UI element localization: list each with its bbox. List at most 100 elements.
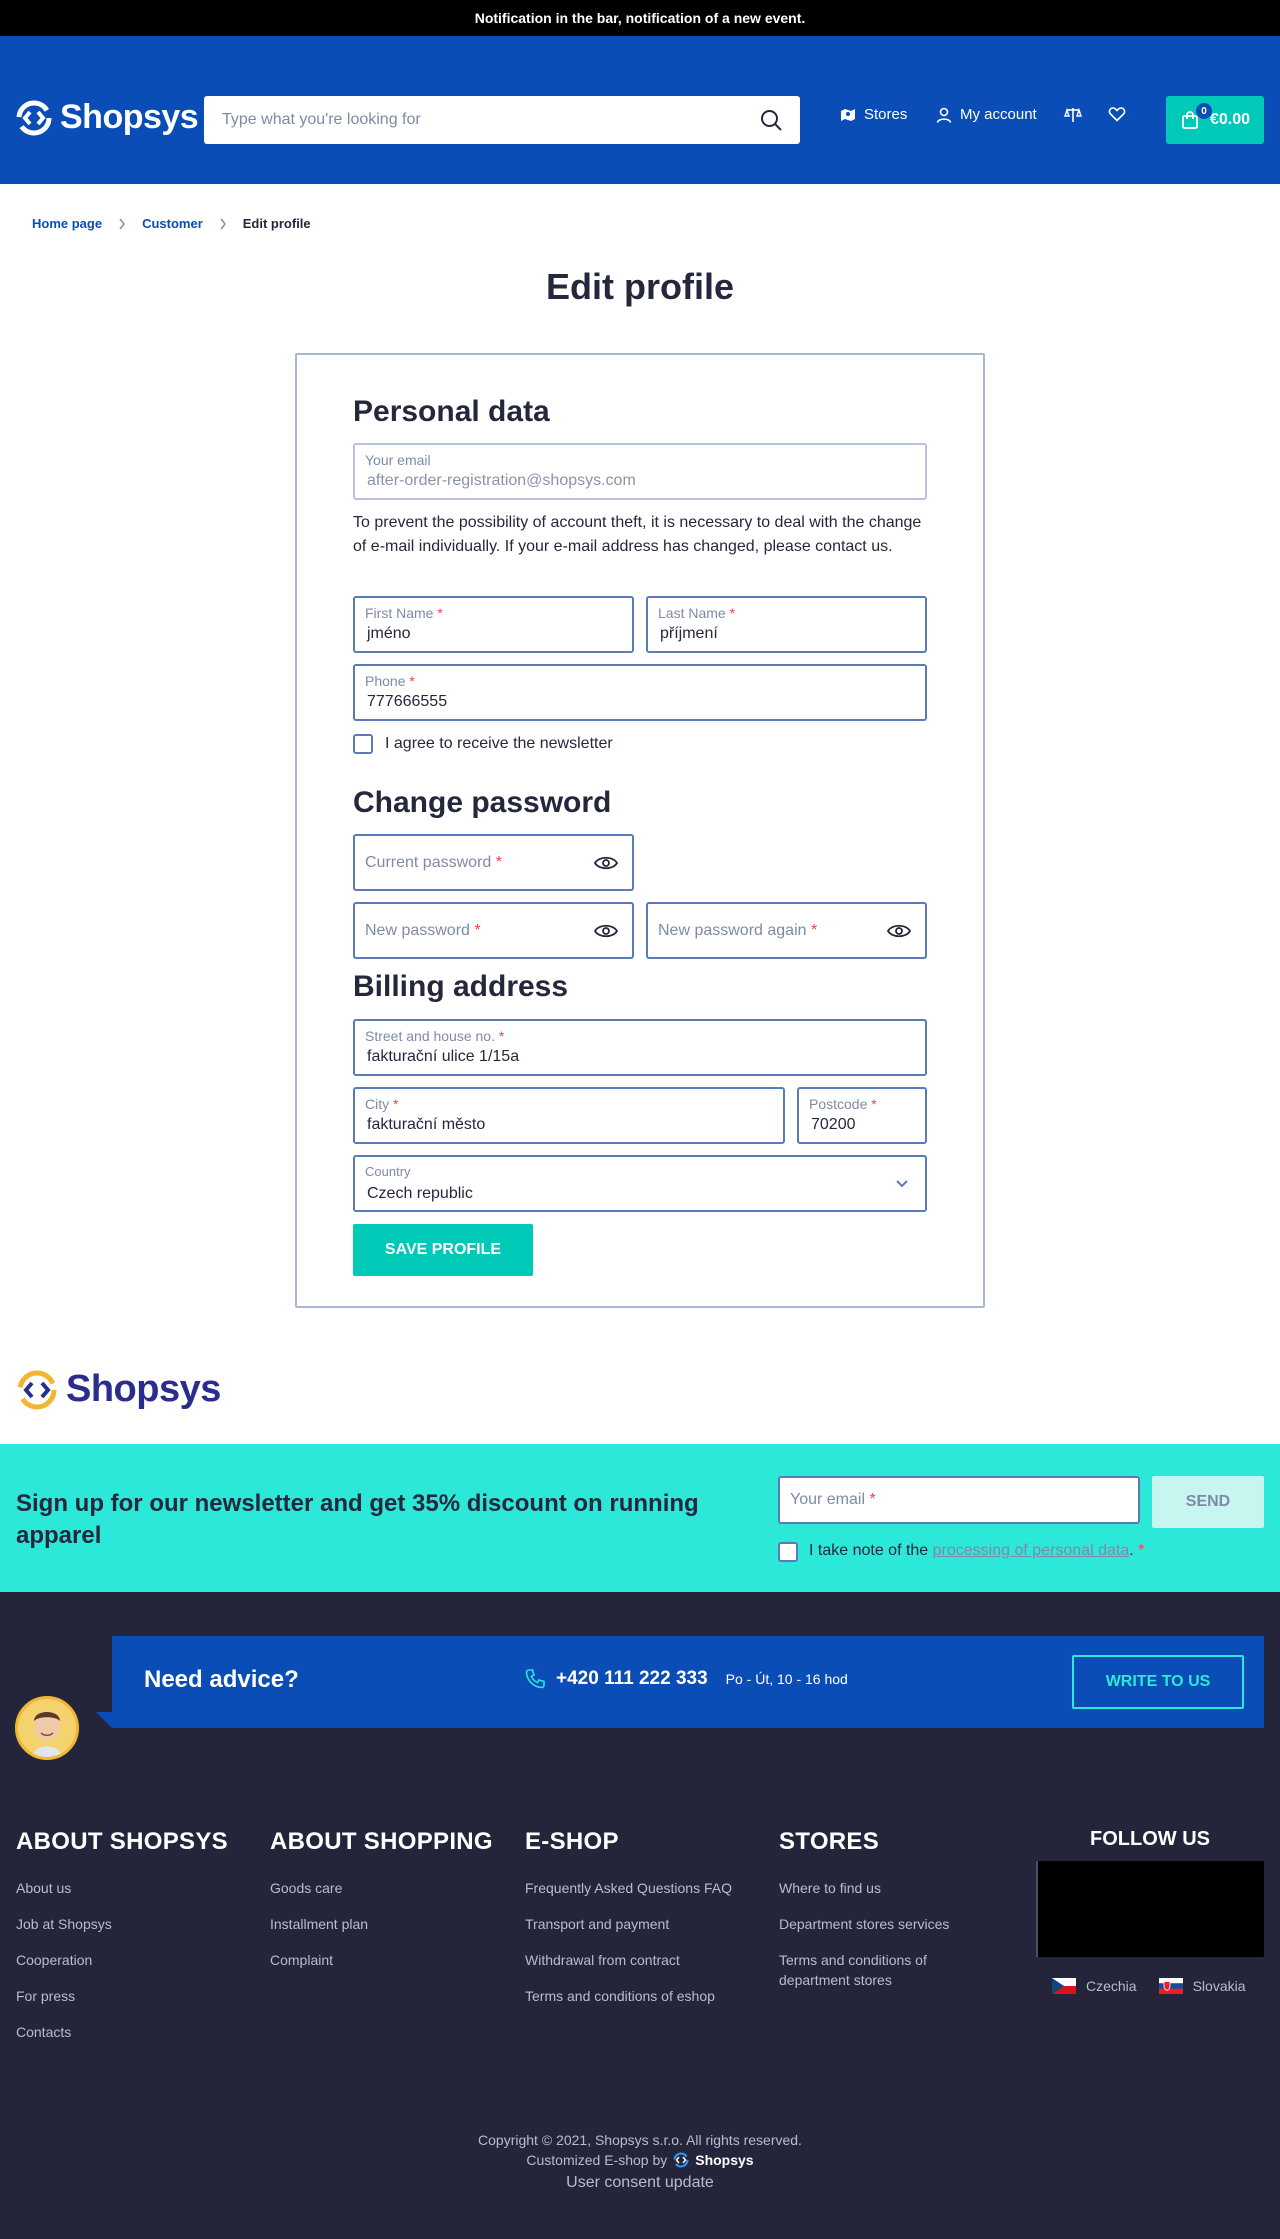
consent-suffix: . bbox=[1129, 1542, 1134, 1559]
newsletter-email-input[interactable]: Your email * bbox=[778, 1476, 1140, 1524]
user-consent-update-link[interactable]: User consent update bbox=[0, 2174, 1280, 2192]
logo-text: Shopsys bbox=[60, 98, 199, 136]
stores-label: Stores bbox=[864, 106, 908, 123]
footer-column-about-shopping: ABOUT SHOPPING Goods care Installment pl… bbox=[270, 1828, 493, 1986]
wishlist-link[interactable] bbox=[1108, 106, 1126, 122]
footer-link[interactable]: Terms and conditions of department store… bbox=[779, 1950, 999, 1990]
my-account-link[interactable]: My account bbox=[936, 106, 1037, 123]
newsletter-email-placeholder-wrap: Your email * bbox=[790, 1491, 876, 1509]
menu-item-catalog[interactable]: CATALOG bbox=[24, 192, 123, 210]
last-name-field[interactable]: Last Name * příjmení bbox=[646, 596, 927, 653]
stores-link[interactable]: Stores bbox=[840, 106, 907, 123]
footer-column-eshop: E-SHOP Frequently Asked Questions FAQ Tr… bbox=[525, 1828, 732, 2022]
language-czechia[interactable]: Czechia bbox=[1052, 1978, 1137, 1994]
save-profile-button[interactable]: SAVE PROFILE bbox=[353, 1224, 533, 1276]
newsletter-send-button[interactable]: SEND bbox=[1152, 1476, 1264, 1528]
customized-by: Customized E-shop by Shopsys bbox=[0, 2152, 1280, 2168]
header: Shopsys Stores My account 0 €0.00 CATALO… bbox=[0, 36, 1280, 209]
country-label: Country bbox=[365, 1164, 411, 1179]
footer-link[interactable]: Complaint bbox=[270, 1950, 493, 1970]
first-name-label: First Name bbox=[365, 605, 434, 621]
footer-link[interactable]: About us bbox=[16, 1878, 228, 1898]
cart-total: €0.00 bbox=[1209, 111, 1251, 128]
newsletter-section: Sign up for our newsletter and get 35% d… bbox=[0, 1444, 1280, 1592]
my-account-label: My account bbox=[960, 106, 1037, 123]
show-password-eye-icon[interactable] bbox=[887, 923, 911, 939]
footer-column-title: STORES bbox=[779, 1828, 880, 1855]
last-name-label: Last Name bbox=[658, 605, 726, 621]
footer-link[interactable]: Transport and payment bbox=[525, 1914, 732, 1934]
notification-bar: Notification in the bar, notification of… bbox=[0, 0, 1280, 36]
social-embed[interactable] bbox=[1036, 1861, 1264, 1957]
cart-count-badge: 0 bbox=[1196, 103, 1212, 119]
cart-button[interactable]: 0 €0.00 bbox=[1166, 96, 1264, 144]
compare-link[interactable] bbox=[1064, 106, 1082, 124]
new-password-again-field[interactable]: New password again * bbox=[646, 902, 927, 959]
search-input[interactable] bbox=[222, 111, 760, 129]
current-password-label: Current password bbox=[365, 853, 492, 871]
footer-link[interactable]: Contacts bbox=[16, 2022, 228, 2042]
last-name-value: příjmení bbox=[660, 625, 718, 642]
show-password-eye-icon[interactable] bbox=[594, 923, 618, 939]
email-value: after-order-registration@shopsys.com bbox=[367, 472, 636, 489]
current-password-field[interactable]: Current password * bbox=[353, 834, 634, 891]
phone-label: Phone bbox=[365, 673, 406, 689]
advice-bubble-tail bbox=[96, 1712, 112, 1728]
chevron-down-icon bbox=[896, 1179, 908, 1187]
breadcrumb-customer[interactable]: Customer bbox=[142, 216, 203, 231]
footer-link[interactable]: Installment plan bbox=[270, 1914, 493, 1934]
footer-column-about-shopsys: ABOUT SHOPSYS About us Job at Shopsys Co… bbox=[16, 1828, 228, 2058]
required-mark: * bbox=[495, 853, 502, 871]
footer-link[interactable]: Cooperation bbox=[16, 1950, 228, 1970]
change-password-title: Change password bbox=[353, 786, 612, 819]
phone-field[interactable]: Phone * 777666555 bbox=[353, 664, 927, 721]
footer-link[interactable]: Terms and conditions of eshop bbox=[525, 1986, 732, 2006]
menu-item-gadgets[interactable]: GADGETS bbox=[185, 192, 264, 210]
menu-item-bookworm[interactable]: BOOKWORM bbox=[328, 192, 428, 210]
privacy-policy-link[interactable]: processing of personal data bbox=[933, 1542, 1130, 1559]
city-label: City bbox=[365, 1096, 390, 1112]
language-slovakia[interactable]: Slovakia bbox=[1158, 1978, 1246, 1994]
newsletter-checkbox[interactable] bbox=[353, 734, 373, 754]
required-mark: * bbox=[474, 921, 481, 939]
breadcrumb-home[interactable]: Home page bbox=[32, 216, 102, 231]
footer-link[interactable]: Job at Shopsys bbox=[16, 1914, 228, 1934]
newsletter-checkbox-label[interactable]: I agree to receive the newsletter bbox=[385, 735, 613, 753]
street-label-wrap: Street and house no. * bbox=[365, 1028, 504, 1044]
show-password-eye-icon[interactable] bbox=[594, 855, 618, 871]
postcode-value: 70200 bbox=[811, 1116, 856, 1133]
footer-link[interactable]: Goods care bbox=[270, 1878, 493, 1898]
footer-link[interactable]: Withdrawal from contract bbox=[525, 1950, 732, 1970]
logo[interactable]: Shopsys bbox=[16, 98, 199, 137]
first-name-field[interactable]: First Name * jméno bbox=[353, 596, 634, 653]
footer-link[interactable]: For press bbox=[16, 1986, 228, 2006]
menu-item-label: CATALOG bbox=[24, 192, 101, 209]
menu-item-growing[interactable]: GROWING bbox=[492, 192, 572, 210]
footer-link[interactable]: Where to find us bbox=[779, 1878, 999, 1898]
stores-map-icon bbox=[841, 108, 855, 121]
customized-by-brand[interactable]: Shopsys bbox=[695, 2152, 753, 2168]
city-field[interactable]: City * fakturační město bbox=[353, 1087, 785, 1144]
footer: Need advice? +420 111 222 333 Po - Út, 1… bbox=[0, 1592, 1280, 2239]
newsletter-consent-checkbox[interactable] bbox=[778, 1542, 798, 1562]
search-icon[interactable] bbox=[760, 109, 782, 131]
country-select[interactable]: Country Czech republic bbox=[353, 1155, 927, 1212]
first-name-label-wrap: First Name * bbox=[365, 605, 443, 621]
advice-title: Need advice? bbox=[144, 1666, 299, 1693]
write-to-us-button[interactable]: WRITE TO US bbox=[1072, 1655, 1244, 1709]
footer-link[interactable]: Department stores services bbox=[779, 1914, 999, 1934]
footer-column-stores: STORES Where to find us Department store… bbox=[779, 1828, 999, 2006]
postcode-field[interactable]: Postcode * 70200 bbox=[797, 1087, 927, 1144]
footer-logo[interactable]: Shopsys bbox=[16, 1368, 221, 1411]
menu-item-label: SNACK bbox=[636, 192, 694, 209]
customized-by-label: Customized E-shop by bbox=[526, 2152, 668, 2168]
menu-item-snack[interactable]: SNACK bbox=[636, 192, 693, 210]
language-label: Czechia bbox=[1086, 1978, 1137, 1994]
menu-item-label: BOOKWORM bbox=[327, 192, 429, 209]
advice-phone[interactable]: +420 111 222 333 Po - Út, 10 - 16 hod bbox=[524, 1668, 848, 1690]
street-field[interactable]: Street and house no. * fakturační ulice … bbox=[353, 1019, 927, 1076]
chevron-right-icon bbox=[119, 218, 126, 229]
email-change-note: To prevent the possibility of account th… bbox=[353, 514, 922, 555]
footer-link[interactable]: Frequently Asked Questions FAQ bbox=[525, 1878, 732, 1898]
new-password-field[interactable]: New password * bbox=[353, 902, 634, 959]
